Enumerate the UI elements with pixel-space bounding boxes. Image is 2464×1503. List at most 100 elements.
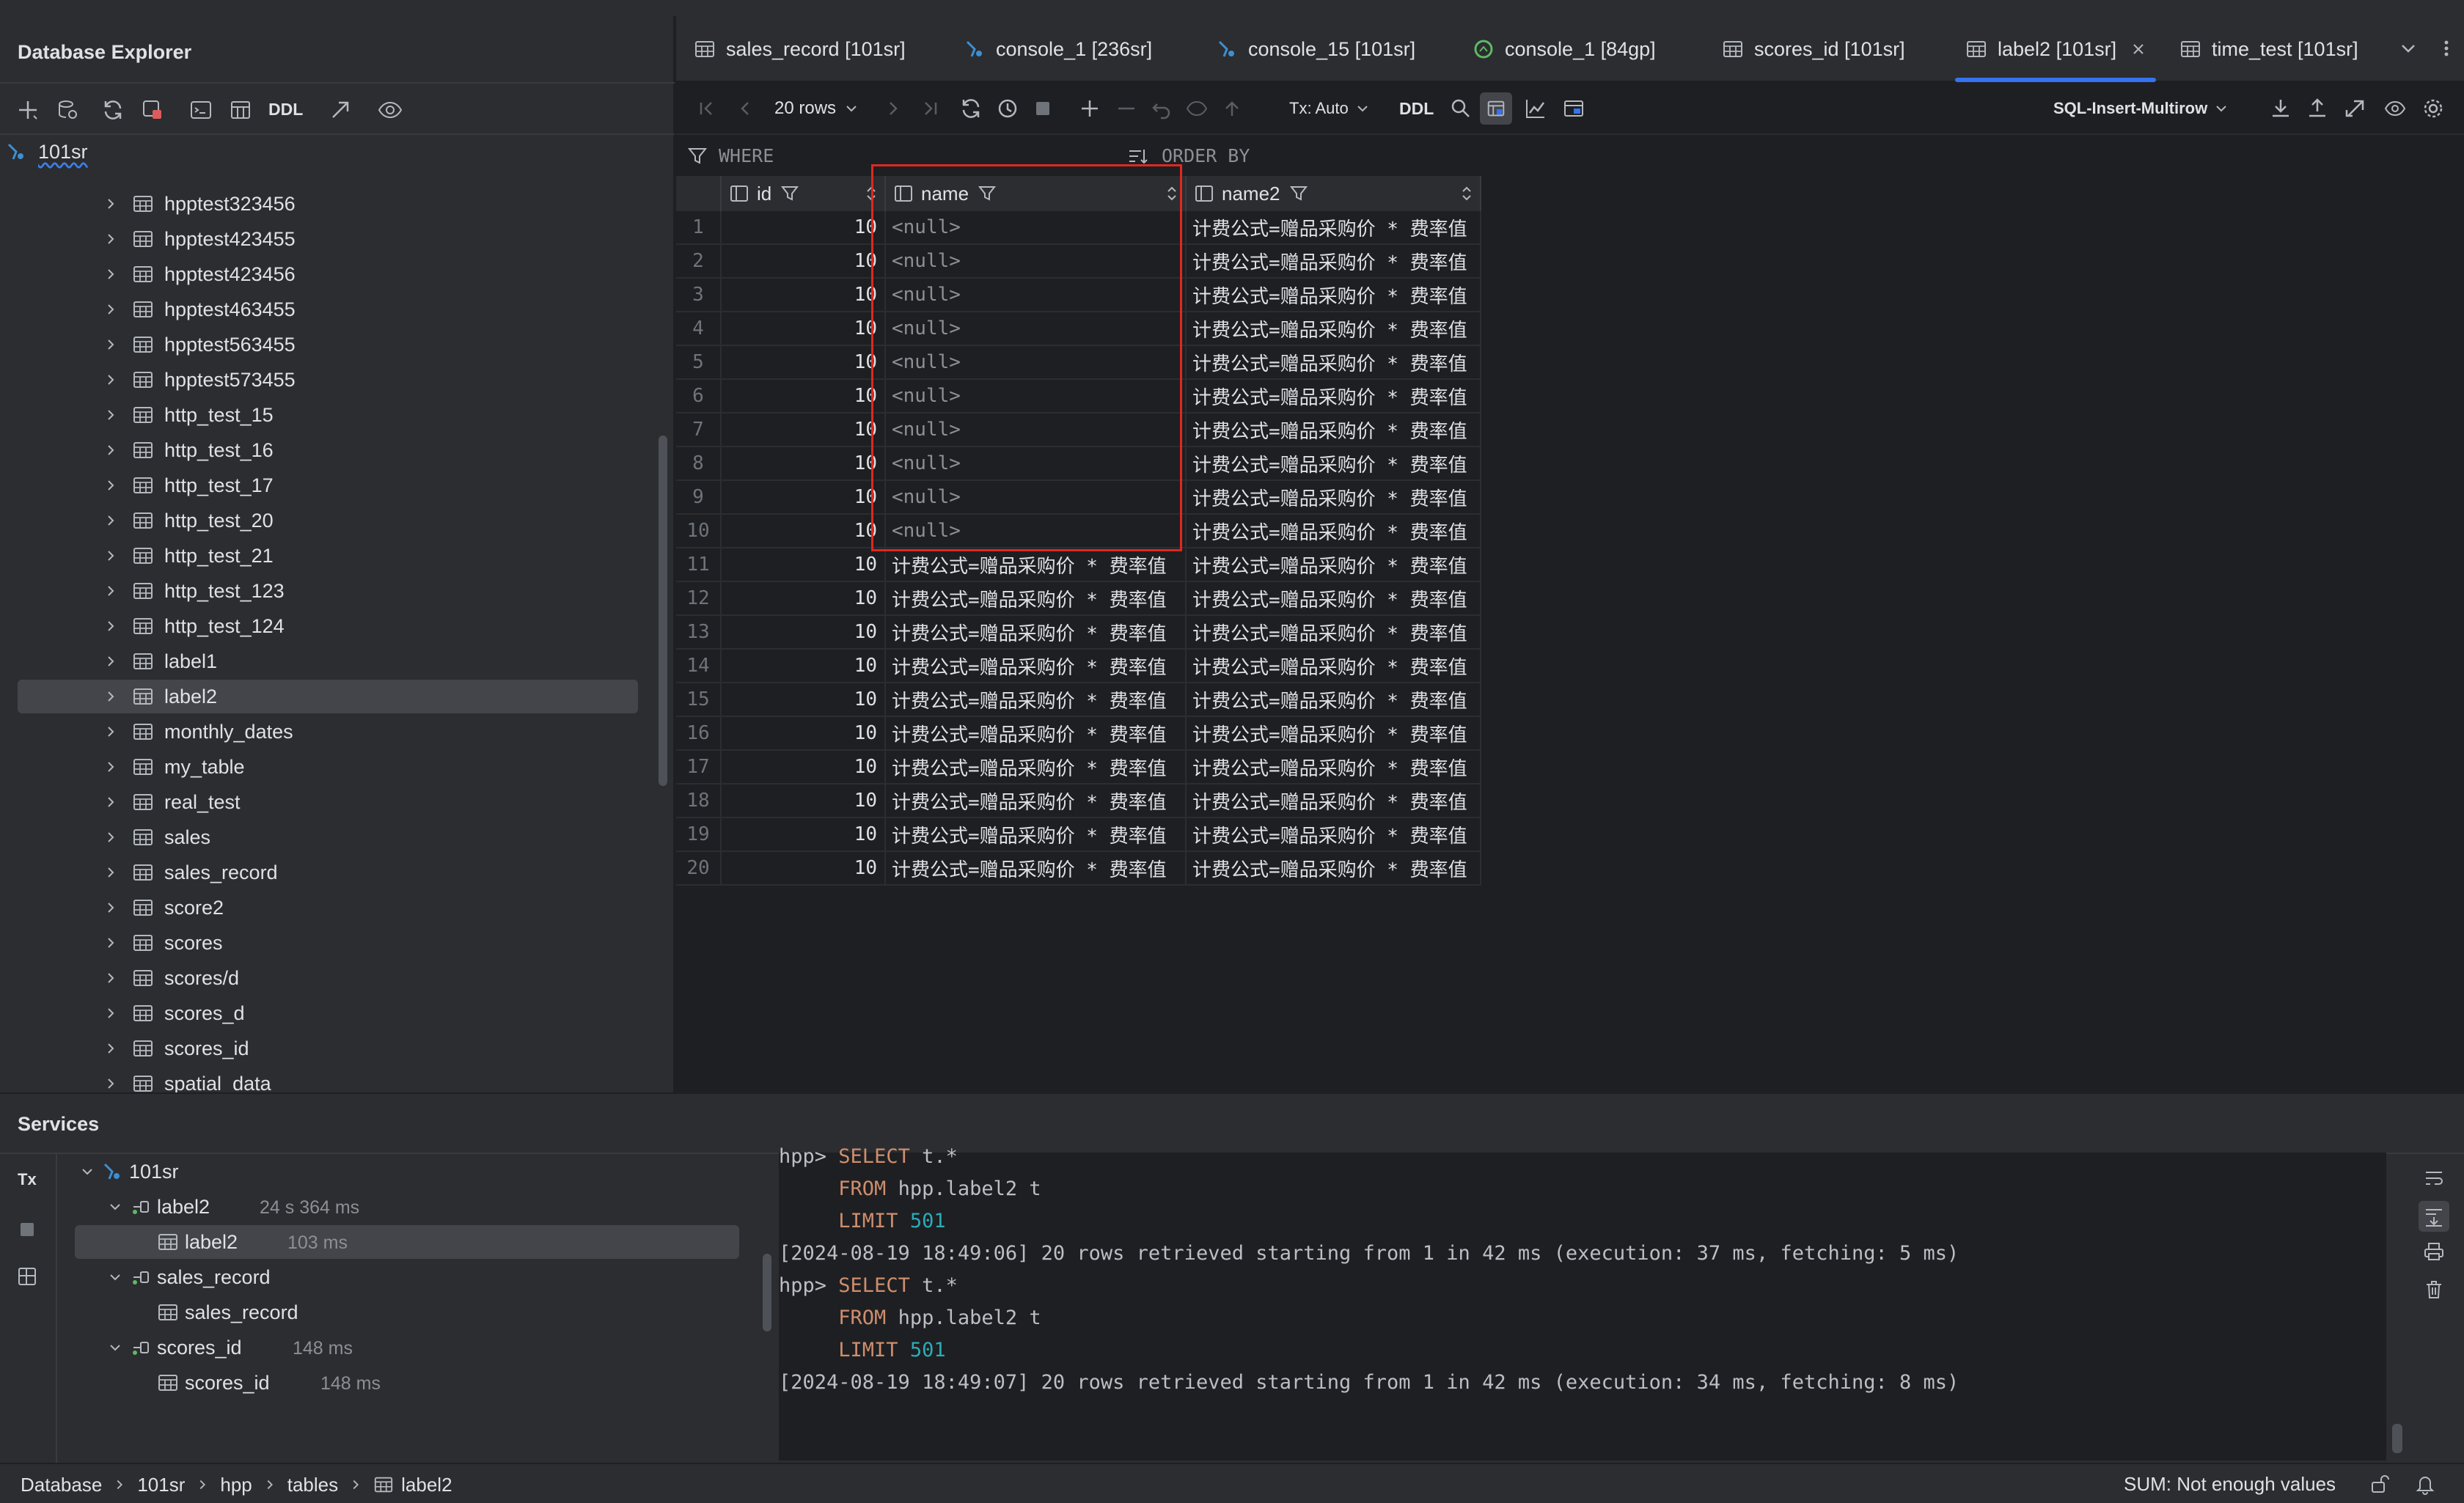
cell-name2[interactable]: 计费公式=赠品采购价 * 费率值 <box>1187 279 1481 312</box>
editor-tab[interactable]: console_1 [84gp] <box>1473 16 1656 82</box>
cell-id[interactable]: 10 <box>722 447 886 481</box>
cell-id[interactable]: 10 <box>722 818 886 852</box>
cell-name2[interactable]: 计费公式=赠品采购价 * 费率值 <box>1187 447 1481 481</box>
explorer-scrollbar[interactable] <box>659 436 667 786</box>
grid-view-icon[interactable] <box>1480 92 1512 125</box>
table-item[interactable]: hpptest323456 <box>0 186 675 221</box>
chevron-right-icon[interactable] <box>103 900 119 916</box>
reload-icon[interactable] <box>959 97 983 120</box>
table-row[interactable]: 16 10 计费公式=赠品采购价 * 费率值 计费公式=赠品采购价 * 费率值 <box>676 717 1541 751</box>
chevron-right-icon[interactable] <box>103 970 119 986</box>
bell-icon[interactable] <box>2414 1473 2436 1495</box>
table-item[interactable]: http_test_16 <box>0 433 675 468</box>
cell-name[interactable]: 计费公式=赠品采购价 * 费率值 <box>886 852 1187 886</box>
table-view-icon[interactable] <box>229 98 252 122</box>
table-item[interactable]: real_test <box>0 784 675 820</box>
service-tree-item[interactable]: label2 103 ms <box>57 1225 747 1259</box>
cell-id[interactable]: 10 <box>722 414 886 447</box>
cell-name2[interactable]: 计费公式=赠品采购价 * 费率值 <box>1187 346 1481 380</box>
service-tree-item[interactable]: sales_record <box>57 1260 747 1294</box>
table-item[interactable]: hpptest573455 <box>0 362 675 397</box>
chevron-down-icon[interactable] <box>79 1164 95 1180</box>
disconnect-icon[interactable] <box>141 98 164 122</box>
column-header-id[interactable]: id <box>722 176 886 211</box>
breadcrumb-item[interactable]: tables <box>287 1474 338 1496</box>
console-output[interactable]: hpp> SELECT t.* FROM hpp.label2 t LIMIT … <box>779 1145 2386 1460</box>
sort-arrows-icon[interactable] <box>1459 184 1474 203</box>
breadcrumb-item[interactable]: 101sr <box>137 1474 185 1496</box>
table-row[interactable]: 14 10 计费公式=赠品采购价 * 费率值 计费公式=赠品采购价 * 费率值 <box>676 650 1541 683</box>
export-format-select[interactable]: SQL-Insert-Multirow <box>2053 97 2229 120</box>
table-row[interactable]: 17 10 计费公式=赠品采购价 * 费率值 计费公式=赠品采购价 * 费率值 <box>676 751 1541 784</box>
table-row[interactable]: 20 10 计费公式=赠品采购价 * 费率值 计费公式=赠品采购价 * 费率值 <box>676 852 1541 886</box>
add-row-icon[interactable] <box>1078 97 1101 120</box>
upload-icon[interactable] <box>2306 97 2329 120</box>
scroll-to-end-icon[interactable] <box>2419 1201 2449 1232</box>
eye-icon[interactable] <box>2383 97 2407 120</box>
cell-name2[interactable]: 计费公式=赠品采购价 * 费率值 <box>1187 481 1481 515</box>
table-item[interactable]: hpptest563455 <box>0 327 675 362</box>
services-tree-scrollbar[interactable] <box>763 1254 771 1331</box>
chevron-right-icon[interactable] <box>103 477 119 493</box>
first-page-icon[interactable] <box>695 97 719 120</box>
table-item[interactable]: http_test_20 <box>0 503 675 538</box>
cell-id[interactable]: 10 <box>722 784 886 818</box>
cell-name[interactable]: 计费公式=赠品采购价 * 费率值 <box>886 548 1187 582</box>
table-item[interactable]: http_test_15 <box>0 397 675 433</box>
console-icon[interactable] <box>189 98 213 122</box>
editor-tab[interactable]: time_test [101sr] <box>2179 16 2358 82</box>
settings-icon[interactable] <box>2421 97 2445 120</box>
stop-icon[interactable] <box>16 1219 38 1241</box>
chevron-right-icon[interactable] <box>103 231 119 247</box>
cell-name[interactable]: 计费公式=赠品采购价 * 费率值 <box>886 784 1187 818</box>
cell-id[interactable]: 10 <box>722 380 886 414</box>
where-filter-input[interactable]: WHERE <box>719 145 774 166</box>
transaction-mode-select[interactable]: Tx: Auto <box>1289 97 1371 120</box>
chevron-down-icon[interactable] <box>107 1340 123 1356</box>
compare-icon[interactable] <box>2344 97 2367 120</box>
preview-pending-icon[interactable] <box>1185 97 1209 120</box>
cell-name2[interactable]: 计费公式=赠品采购价 * 费率值 <box>1187 548 1481 582</box>
filter-icon[interactable] <box>780 184 799 203</box>
cell-name2[interactable]: 计费公式=赠品采购价 * 费率值 <box>1187 784 1481 818</box>
service-tree-item[interactable]: sales_record <box>57 1296 747 1329</box>
last-page-icon[interactable] <box>918 97 942 120</box>
cell-id[interactable]: 10 <box>722 481 886 515</box>
editor-tab[interactable]: sales_record [101sr] <box>694 16 906 82</box>
next-page-icon[interactable] <box>881 97 905 120</box>
chevron-right-icon[interactable] <box>103 512 119 529</box>
cell-name[interactable]: 计费公式=赠品采购价 * 费率值 <box>886 683 1187 717</box>
table-item[interactable]: http_test_123 <box>0 573 675 609</box>
table-item[interactable]: http_test_124 <box>0 609 675 644</box>
add-icon[interactable] <box>16 98 40 122</box>
cell-name2[interactable]: 计费公式=赠品采购价 * 费率值 <box>1187 515 1481 548</box>
sum-indicator[interactable]: SUM: Not enough values <box>2124 1473 2336 1496</box>
column-header-name2[interactable]: name2 <box>1187 176 1481 211</box>
table-item[interactable]: scores <box>0 925 675 960</box>
chevron-right-icon[interactable] <box>103 442 119 458</box>
cell-name2[interactable]: 计费公式=赠品采购价 * 费率值 <box>1187 380 1481 414</box>
table-item[interactable]: http_test_21 <box>0 538 675 573</box>
cell-name2[interactable]: 计费公式=赠品采购价 * 费率值 <box>1187 717 1481 751</box>
table-item[interactable]: hpptest423456 <box>0 257 675 292</box>
history-icon[interactable] <box>996 97 1019 120</box>
revert-icon[interactable] <box>1150 97 1173 120</box>
tree-root-connection[interactable]: 101sr <box>6 135 226 169</box>
cell-id[interactable]: 10 <box>722 279 886 312</box>
table-item[interactable]: monthly_dates <box>0 714 675 749</box>
trash-icon[interactable] <box>2423 1279 2445 1301</box>
cell-name2[interactable]: 计费公式=赠品采购价 * 费率值 <box>1187 245 1481 279</box>
print-icon[interactable] <box>2423 1241 2445 1263</box>
chevron-right-icon[interactable] <box>103 724 119 740</box>
breadcrumb-item[interactable]: Database <box>21 1474 102 1496</box>
chevron-right-icon[interactable] <box>103 618 119 634</box>
table-item[interactable]: label1 <box>0 644 675 679</box>
cell-id[interactable]: 10 <box>722 211 886 245</box>
layout-icon[interactable] <box>16 1265 38 1287</box>
cell-name2[interactable]: 计费公式=赠品采购价 * 费率值 <box>1187 211 1481 245</box>
cell-id[interactable]: 10 <box>722 852 886 886</box>
more-icon[interactable] <box>2436 38 2457 59</box>
chevron-right-icon[interactable] <box>103 1076 119 1092</box>
chevron-down-icon[interactable] <box>107 1199 123 1215</box>
prev-page-icon[interactable] <box>733 97 757 120</box>
